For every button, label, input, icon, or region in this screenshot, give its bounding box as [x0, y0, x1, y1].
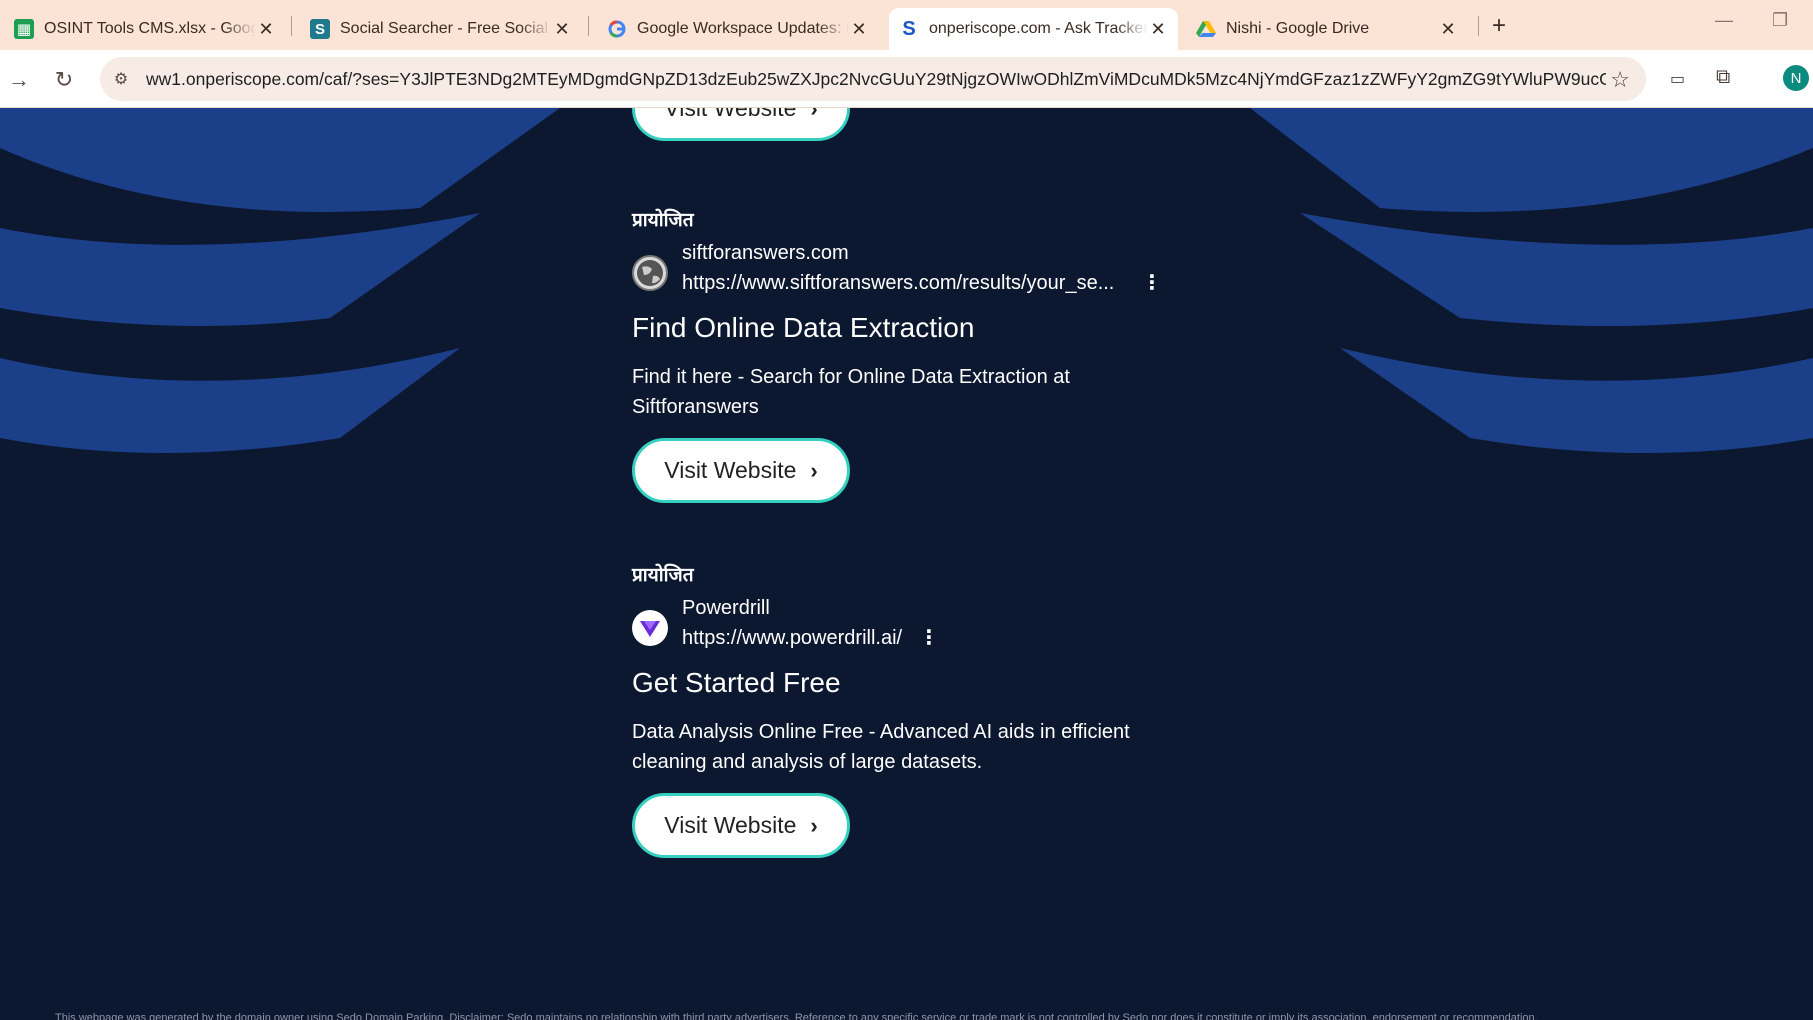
chevron-right-icon: › — [810, 108, 818, 121]
button-label: Visit Website — [664, 457, 797, 483]
social-searcher-icon: S — [310, 19, 330, 39]
ad-title[interactable]: Get Started Free — [632, 667, 841, 699]
tab-separator — [588, 16, 589, 36]
tab-strip: ▦ OSINT Tools CMS.xlsx - Google ✕ S Soci… — [0, 0, 1813, 50]
chevron-right-icon: › — [810, 812, 818, 838]
new-tab-button[interactable]: + — [1492, 12, 1506, 40]
sponsored-label: प्रायोजित — [632, 209, 694, 231]
more-options-icon[interactable]: ⋮ — [919, 625, 939, 650]
minimize-icon[interactable]: — — [1715, 10, 1733, 31]
close-icon[interactable]: ✕ — [552, 19, 572, 40]
ad-site-name: siftforanswers.com — [682, 242, 849, 264]
extension-icon[interactable]: ▭ — [1670, 69, 1685, 89]
button-label: Visit Website — [664, 812, 797, 838]
ad-description: Data Analysis Online Free - Advanced AI … — [632, 721, 1130, 773]
forward-icon[interactable]: → — [6, 67, 32, 93]
chevron-right-icon: › — [810, 457, 818, 483]
tab-title: Google Workspace Updates: Ne — [637, 20, 849, 37]
google-icon — [607, 19, 627, 39]
tab-separator — [1478, 16, 1479, 36]
tab-title: onperiscope.com - Ask Tracker — [929, 20, 1148, 37]
ad-title[interactable]: Find Online Data Extraction — [632, 312, 974, 344]
visit-website-button[interactable]: Visit Website › — [632, 108, 850, 141]
visit-website-button[interactable]: Visit Website › — [632, 438, 850, 503]
footer-disclaimer: This webpage was generated by the domain… — [55, 1012, 1538, 1020]
tab-google-drive[interactable]: Nishi - Google Drive ✕ — [1186, 8, 1468, 50]
tab-title: Social Searcher - Free Social Me — [340, 20, 552, 37]
site-settings-icon[interactable]: ⚙ — [110, 69, 132, 89]
button-label: Visit Website — [664, 108, 797, 121]
sheets-icon: ▦ — [14, 19, 34, 39]
tab-osint-tools[interactable]: ▦ OSINT Tools CMS.xlsx - Google ✕ — [4, 8, 286, 50]
close-icon[interactable]: ✕ — [849, 19, 869, 40]
ad-site-info[interactable]: Powerdrill https://www.powerdrill.ai/ — [632, 597, 1162, 657]
tab-onperiscope[interactable]: S onperiscope.com - Ask Tracker ✕ — [889, 8, 1178, 50]
parked-domain-page: Visit Website › प्रायोजित siftforanswers… — [0, 108, 1813, 1020]
powerdrill-logo-icon — [632, 610, 668, 646]
tab-social-searcher[interactable]: S Social Searcher - Free Social Me ✕ — [300, 8, 582, 50]
tab-separator — [291, 16, 292, 36]
visit-website-button[interactable]: Visit Website › — [632, 793, 850, 858]
close-icon[interactable]: ✕ — [1148, 19, 1168, 40]
bookmark-star-icon[interactable]: ☆ — [1610, 67, 1630, 93]
ad-site-url: https://www.powerdrill.ai/ — [682, 627, 903, 649]
url-text[interactable]: ww1.onperiscope.com/caf/?ses=Y3JlPTE3NDg… — [146, 69, 1606, 90]
tab-workspace-updates[interactable]: Google Workspace Updates: Ne ✕ — [597, 8, 879, 50]
tab-title: Nishi - Google Drive — [1226, 20, 1370, 37]
ad-site-info[interactable]: siftforanswers.com https://www.siftforan… — [632, 242, 1162, 302]
drive-icon — [1196, 19, 1216, 39]
tab-title: OSINT Tools CMS.xlsx - Google — [44, 20, 256, 37]
browser-toolbar: → ↻ ⚙ ww1.onperiscope.com/caf/?ses=Y3JlP… — [0, 50, 1813, 108]
reload-icon[interactable]: ↻ — [51, 67, 77, 93]
restore-icon[interactable]: ❐ — [1772, 10, 1788, 31]
ad-site-name: Powerdrill — [682, 597, 770, 619]
globe-icon — [632, 255, 668, 291]
sedo-icon: S — [902, 17, 916, 40]
more-options-icon[interactable]: ⋮ — [1142, 270, 1162, 295]
address-bar[interactable]: ⚙ ww1.onperiscope.com/caf/?ses=Y3JlPTE3N… — [100, 57, 1646, 101]
ad-site-url: https://www.siftforanswers.com/results/y… — [682, 272, 1115, 294]
sponsored-label: प्रायोजित — [632, 564, 694, 586]
extensions-puzzle-icon[interactable]: ⧉ — [1716, 66, 1730, 89]
ad-description: Find it here - Search for Online Data Ex… — [632, 366, 1070, 418]
close-icon[interactable]: ✕ — [256, 19, 276, 40]
close-icon[interactable]: ✕ — [1438, 19, 1458, 40]
avatar[interactable]: N — [1783, 65, 1809, 91]
